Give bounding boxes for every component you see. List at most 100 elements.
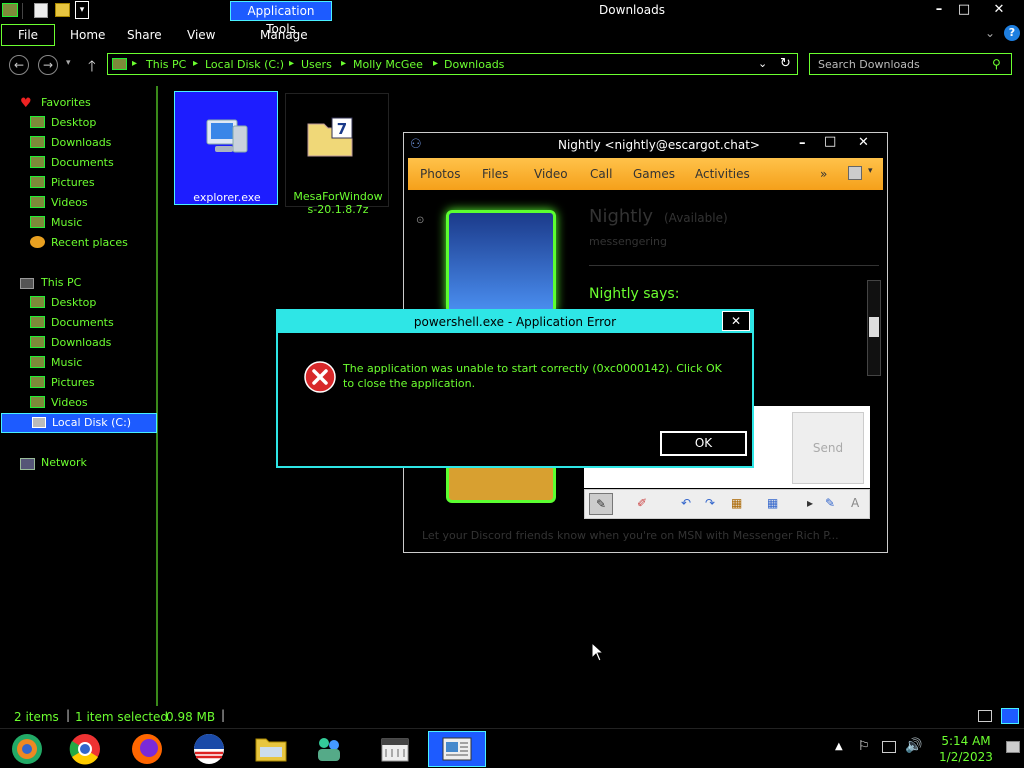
contact-name: Nightly bbox=[589, 206, 654, 227]
messenger-close-button[interactable]: ✕ bbox=[858, 135, 869, 150]
nav-pc-local-disk[interactable]: Local Disk (C:) bbox=[1, 413, 157, 433]
messenger-tab-files[interactable]: Files bbox=[482, 167, 508, 181]
error-dialog-title: powershell.exe - Application Error bbox=[278, 311, 752, 333]
messenger-taskbar-icon[interactable] bbox=[302, 731, 356, 767]
volume-icon[interactable]: 🔊 bbox=[905, 738, 922, 754]
folder-icon bbox=[112, 58, 127, 70]
firefox-icon[interactable] bbox=[120, 731, 174, 767]
favorites-heart-icon: ♥ bbox=[20, 96, 32, 111]
messenger-minimize-button[interactable]: – bbox=[799, 136, 806, 151]
videos-folder-icon bbox=[30, 196, 45, 208]
file-item-explorer[interactable]: explorer.exe bbox=[174, 91, 278, 205]
back-button[interactable]: ← bbox=[9, 55, 29, 75]
grid-icon[interactable]: ▦ bbox=[767, 496, 778, 510]
details-view-icon[interactable] bbox=[978, 710, 992, 722]
messenger-menu-icon[interactable] bbox=[848, 166, 862, 180]
crumb-molly-mcgee[interactable]: Molly McGee bbox=[353, 58, 423, 71]
my-display-picture[interactable] bbox=[446, 463, 556, 503]
emoticon-grid-icon[interactable]: ▦ bbox=[731, 496, 742, 510]
large-icons-view-icon[interactable] bbox=[1001, 708, 1019, 724]
error-dialog: powershell.exe - Application Error ✕ The… bbox=[276, 309, 754, 468]
address-bar[interactable]: ▸ This PC ▸ Local Disk (C:) ▸ Users ▸ Mo… bbox=[107, 53, 798, 75]
title-bar: ▾ Application Tools Downloads – □ ✕ bbox=[0, 0, 1024, 36]
crumb-users[interactable]: Users bbox=[301, 58, 332, 71]
chevron-down-icon[interactable]: ▾ bbox=[868, 166, 873, 176]
tab-file[interactable]: File bbox=[1, 24, 55, 46]
messenger-tab-video[interactable]: Video bbox=[534, 167, 568, 181]
file-item-mesa[interactable]: 7 MesaForWindow s-20.1.8.7z bbox=[285, 93, 389, 216]
recent-locations-icon[interactable]: ▾ bbox=[66, 58, 71, 68]
network-header[interactable]: Network bbox=[41, 456, 87, 469]
display-picture[interactable] bbox=[446, 210, 556, 314]
store-icon[interactable] bbox=[368, 731, 422, 767]
documents-folder-icon bbox=[30, 156, 45, 168]
properties-icon[interactable] bbox=[34, 3, 48, 18]
file-explorer-icon[interactable] bbox=[244, 731, 298, 767]
tab-view[interactable]: View bbox=[187, 28, 215, 42]
messenger-tab-activities[interactable]: Activities bbox=[695, 167, 750, 181]
font-icon[interactable]: A bbox=[851, 496, 859, 510]
messenger-tab-call[interactable]: Call bbox=[590, 167, 612, 181]
ok-button[interactable]: OK bbox=[660, 431, 747, 456]
favorites-header[interactable]: Favorites bbox=[41, 96, 91, 109]
help-icon[interactable]: ? bbox=[1004, 25, 1020, 41]
obama-logo-icon[interactable] bbox=[182, 731, 236, 767]
clock-time: 5:14 AM bbox=[941, 734, 991, 748]
chat-scrollbar[interactable] bbox=[867, 280, 881, 376]
application-tools-label: Application Tools bbox=[230, 1, 332, 36]
taskbar: ▲ ⚐ 🔊 5:14 AM 1/2/2023 bbox=[0, 728, 1024, 768]
network-icon bbox=[20, 458, 35, 470]
format-toolbar: ✎ ✐ ↶ ↷ ▦ ▦ ▸ ✎ A bbox=[584, 489, 870, 519]
pen-icon[interactable]: ✎ bbox=[589, 493, 613, 515]
videos-folder-icon bbox=[30, 396, 45, 408]
maximize-button[interactable]: □ bbox=[950, 0, 978, 20]
more-arrow-icon[interactable]: ▸ bbox=[807, 496, 813, 510]
tab-manage[interactable]: Manage bbox=[260, 28, 308, 42]
notification-icon[interactable] bbox=[1006, 741, 1020, 753]
close-button[interactable]: ✕ bbox=[985, 0, 1013, 20]
this-pc-header[interactable]: This PC bbox=[41, 276, 81, 289]
messenger-title: Nightly <nightly@escargot.chat> bbox=[558, 138, 760, 152]
messenger-maximize-button[interactable]: □ bbox=[824, 134, 836, 149]
item-count: 2 items bbox=[14, 710, 59, 724]
documents-folder-icon bbox=[30, 316, 45, 328]
forward-button[interactable]: → bbox=[38, 55, 58, 75]
start-button[interactable] bbox=[0, 731, 54, 767]
search-input[interactable]: Search Downloads ⚲ bbox=[809, 53, 1012, 75]
crumb-this-pc[interactable]: This PC bbox=[146, 58, 186, 71]
collapse-icon[interactable]: ⊙ bbox=[416, 215, 424, 226]
ad-text[interactable]: Let your Discord friends know when you'r… bbox=[422, 529, 839, 542]
messenger-more-button[interactable]: » bbox=[820, 167, 827, 181]
crumb-local-disk[interactable]: Local Disk (C:) bbox=[205, 58, 284, 71]
customize-quick-access-icon[interactable]: ▾ bbox=[75, 1, 89, 19]
address-dropdown-icon[interactable]: ⌄ bbox=[758, 57, 767, 70]
error-close-button[interactable]: ✕ bbox=[722, 311, 750, 331]
redo-icon[interactable]: ↷ bbox=[705, 496, 715, 510]
search-icon[interactable]: ⚲ bbox=[992, 57, 1001, 71]
messenger-title-bar: ⚇ Nightly <nightly@escargot.chat> – □ ✕ bbox=[404, 133, 887, 157]
chrome-icon[interactable] bbox=[58, 731, 112, 767]
contact-status: (Available) bbox=[664, 211, 728, 225]
active-window-icon[interactable] bbox=[428, 731, 486, 767]
tab-home[interactable]: Home bbox=[70, 28, 105, 42]
desktop-icon bbox=[30, 116, 45, 128]
new-folder-icon[interactable] bbox=[55, 3, 70, 17]
refresh-icon[interactable]: ↻ bbox=[780, 56, 791, 71]
messenger-tab-photos[interactable]: Photos bbox=[420, 167, 460, 181]
messenger-tab-games[interactable]: Games bbox=[633, 167, 675, 181]
file-name-line1: MesaForWindow bbox=[293, 190, 383, 203]
undo-icon[interactable]: ↶ bbox=[681, 496, 691, 510]
up-arrow-icon[interactable]: 🡑 bbox=[88, 56, 96, 81]
music-folder-icon bbox=[30, 216, 45, 228]
crumb-downloads[interactable]: Downloads bbox=[444, 58, 504, 71]
send-button[interactable]: Send bbox=[792, 412, 864, 484]
show-hidden-icons[interactable]: ▲ bbox=[835, 741, 843, 752]
highlight-icon[interactable]: ✎ bbox=[825, 496, 835, 510]
eraser-icon[interactable]: ✐ bbox=[637, 496, 647, 510]
minimize-button[interactable]: – bbox=[925, 0, 953, 20]
taskbar-clock[interactable]: 5:14 AM 1/2/2023 bbox=[930, 733, 1002, 765]
network-status-icon[interactable] bbox=[882, 741, 896, 753]
flag-icon[interactable]: ⚐ bbox=[858, 739, 870, 754]
expand-ribbon-icon[interactable]: ⌄ bbox=[985, 26, 995, 40]
tab-share[interactable]: Share bbox=[127, 28, 162, 42]
